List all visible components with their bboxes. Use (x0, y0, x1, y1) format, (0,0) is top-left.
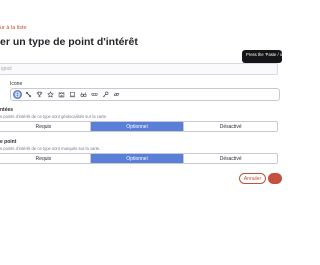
cancel-button[interactable]: Annuler (239, 173, 266, 184)
option-disabled[interactable]: Désactivé (184, 154, 277, 163)
section-description-coordinates: s points d'intérêt de ce type sont géolo… (0, 114, 108, 119)
icon-picker (10, 88, 280, 101)
section-title-coordinates: ntées (0, 107, 14, 113)
castle-icon[interactable] (57, 90, 66, 99)
option-optional[interactable]: Optionnel (90, 154, 185, 163)
page-title: er un type de point d'intérêt (0, 36, 138, 48)
option-required[interactable]: Requis (0, 154, 91, 163)
submit-button[interactable] (268, 173, 282, 184)
trophy-icon[interactable] (35, 90, 44, 99)
star-icon[interactable] (46, 90, 55, 99)
section-description-point: s points d'intérêt de ce type sont marqu… (0, 146, 101, 151)
option-disabled[interactable]: Désactivé (184, 122, 277, 131)
binoculars-icon[interactable] (79, 90, 88, 99)
point-segmented-control: Requis Optionnel Désactivé (0, 153, 278, 164)
paste-tooltip: Press the 'Paste / ou drop the (242, 50, 282, 63)
key-icon[interactable] (101, 90, 110, 99)
option-required[interactable]: Requis (0, 122, 91, 131)
coordinates-segmented-control: Requis Optionnel Désactivé (0, 121, 278, 132)
pencil-ruler-icon[interactable] (24, 90, 33, 99)
name-input[interactable] (0, 63, 278, 75)
icon-label: Icone (10, 81, 23, 87)
globe-icon[interactable] (13, 90, 22, 99)
mask-icon[interactable] (90, 90, 99, 99)
link-icon[interactable] (112, 90, 121, 99)
option-optional[interactable]: Optionnel (90, 122, 185, 131)
book-icon[interactable] (68, 90, 77, 99)
section-title-point: e point (0, 139, 17, 145)
back-to-list-link[interactable]: ur à la liste (0, 25, 27, 31)
